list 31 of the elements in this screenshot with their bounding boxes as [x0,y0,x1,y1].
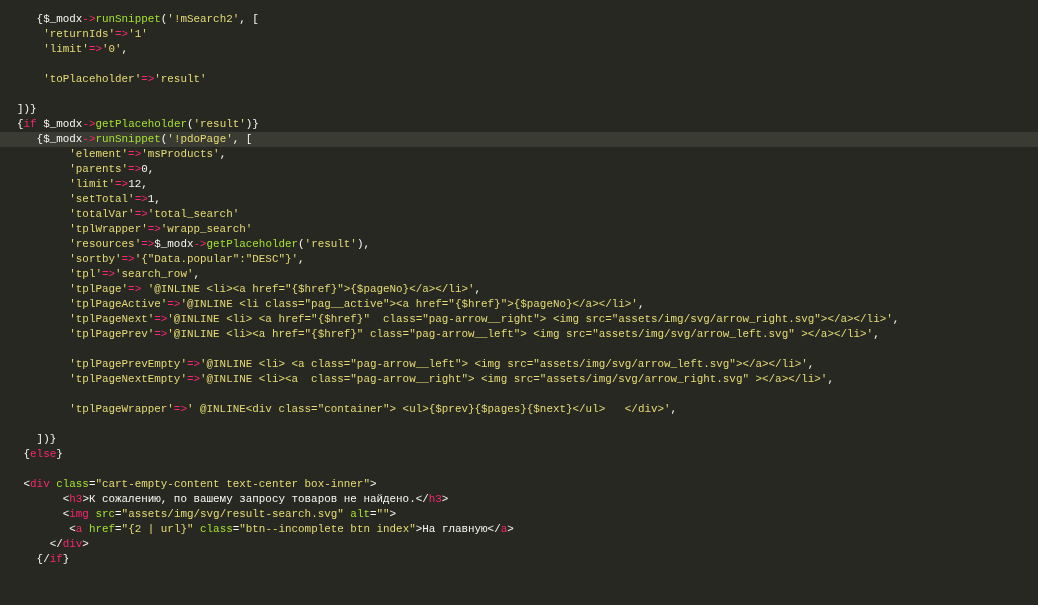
code-line: {$_modx->runSnippet('!pdoPage', [ [35,133,253,145]
code-line: {$_modx->runSnippet('!mSearch2', [ [35,13,259,25]
code-line: {/if} [35,553,70,565]
code-line: 'tplPageNextEmpty'=>'@INLINE <li><a class="pag-arrow__right"> <img src="assets/img/svg/arrow_right.svg" ></a></li>', [68,373,834,385]
code-line: 'totalVar'=>'total_search' [68,208,240,220]
code-line: 'setTotal'=>1, [68,193,161,205]
code-line: 'limit'=>'0', [42,43,129,55]
code-line: 'tpl'=>'search_row', [68,268,201,280]
code-line: {else} [22,448,63,460]
code-line: ])} [17,103,37,115]
code-line: ])} [35,433,57,445]
code-line: {if $_modx->getPlaceholder('result')} [17,118,259,130]
code-line: <img src="assets/img/svg/result-search.svg" alt=""> [61,508,397,520]
code-line: 'element'=>'msProducts', [68,148,227,160]
code-line: 'tplPage'=> '@INLINE <li><a href="{$href}">{$pageNo}</a></li>', [68,283,482,295]
code-line: </div> [48,538,89,550]
code-line: 'sortby'=>'{"Data.popular":"DESC"}', [68,253,305,265]
code-line: 'tplPageWrapper'=>' @INLINE<div class="container"> <ul>{$prev}{$pages}{$next}</ul> </div>', [68,403,678,415]
code-line: <div class="cart-empty-content text-center box-inner"> [22,478,377,490]
code-line: <h3>К сожалению, по вашему запросу товаров не найдено.</h3> [61,493,449,505]
code-line: 'limit'=>12, [68,178,148,190]
code-line: 'tplPageActive'=>'@INLINE <li class="pag__active"><a href="{$href}">{$pageNo}</a></li>', [68,298,645,310]
code-line: 'resources'=>$_modx->getPlaceholder('result'), [68,238,370,250]
code-line: 'parents'=>0, [68,163,155,175]
code-line: 'tplPagePrevEmpty'=>'@INLINE <li> <a class="pag-arrow__left"> <img src="assets/img/svg/arrow_left.svg"></a></li>', [68,358,815,370]
code-line: 'tplWrapper'=>'wrapp_search' [68,223,253,235]
code-line: 'returnIds'=>'1' [42,28,148,40]
code-line: 'tplPageNext'=>'@INLINE <li> <a href="{$href}" class="pag-arrow__right"> <img src="assets/img/svg/arrow_right.svg"></a></li>', [68,313,900,325]
code-line: 'tplPagePrev'=>'@INLINE <li><a href="{$href}" class="pag-arrow__left"> <img src="assets/img/svg/arrow_left.svg" ></a></li>', [68,328,880,340]
code-line: <a href="{2 | url}" class="btn--incomplete btn index">На главную</a> [68,523,514,535]
code-line: 'toPlaceholder'=>'result' [42,73,207,85]
